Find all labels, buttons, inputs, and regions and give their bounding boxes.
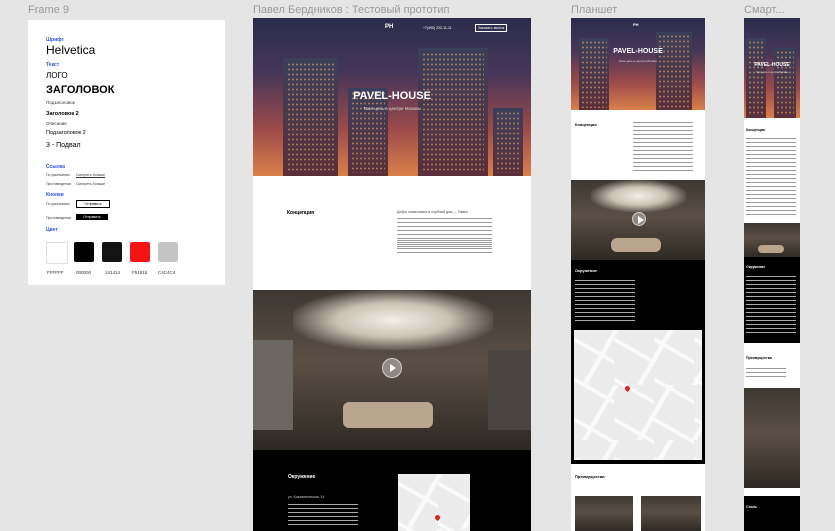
send-button-hover[interactable]: Отправить — [76, 214, 108, 220]
frame-label-tablet[interactable]: Планшет — [571, 4, 617, 16]
swatch-label-5: C4C4C4 — [158, 270, 176, 275]
play-video-button[interactable] — [382, 358, 402, 378]
link-normal-label: По умолчанию — [46, 173, 70, 177]
tablet-advantage-image-1 — [575, 496, 633, 531]
swatch-label-4: F51515 — [132, 270, 148, 275]
swatch-label-3: 141414 — [105, 270, 121, 275]
swatch-red[interactable] — [130, 242, 150, 262]
mobile-surroundings-title: Окружение — [746, 265, 766, 269]
links-heading: Ссылка — [46, 164, 66, 170]
send-button-default[interactable]: Отправить — [76, 200, 110, 208]
mobile-concept-title: Концепция — [746, 128, 765, 132]
concept-title: Концепция — [287, 210, 315, 216]
header-callback-button[interactable]: Заказать звонок — [475, 24, 508, 32]
tablet-frame[interactable]: PH PAVEL-HOUSE Твоя цель в центре Москвы… — [571, 18, 705, 531]
surroundings-text — [288, 504, 358, 528]
desktop-frame[interactable]: PH +7(495) 222-11-11 Заказать звонок PAV… — [253, 18, 531, 531]
btn-normal-label: По умолчанию — [46, 202, 70, 206]
mobile-surroundings-text — [746, 276, 796, 336]
hero-subtitle: Твоя цель в центре Москвы — [363, 106, 421, 111]
swatch-label-1: FFFFFF — [47, 270, 64, 275]
font-name: Helvetica — [46, 43, 96, 57]
mobile-hero-title: PAVEL-HOUSE — [754, 62, 790, 68]
colors-heading: Цвет — [46, 227, 58, 233]
frame-label-desktop[interactable]: Павел Бердников : Тестовый прототип — [253, 4, 449, 16]
body-sample: Описание — [46, 121, 67, 126]
swatch-white[interactable] — [46, 242, 68, 264]
mobile-style-section — [744, 496, 800, 531]
swatch-label-2: 000000 — [76, 270, 92, 275]
concept-lead: Добро пожаловать в клубный дом — Павел — [397, 210, 469, 214]
mobile-advantages-text — [746, 368, 786, 380]
mobile-advantages-title: Преимущества — [746, 356, 772, 360]
mobile-hero-image — [744, 18, 800, 118]
tablet-surroundings-text — [575, 280, 635, 324]
map[interactable] — [398, 474, 470, 531]
header-phone[interactable]: +7(495) 222-11-11 — [423, 26, 452, 30]
subtitle-sample: Подзаголовок — [46, 100, 75, 105]
link-hover-label: При наведении — [46, 182, 71, 186]
mobile-advantage-image — [744, 388, 800, 488]
link-hover[interactable]: Смотреть больше — [76, 182, 105, 186]
link-normal[interactable]: Смотреть больше — [76, 173, 105, 177]
swatch-gray[interactable] — [158, 242, 178, 262]
btn-hover-label: При наведении — [46, 216, 71, 220]
tablet-hero-subtitle: Твоя цель в центре Москвы — [618, 59, 658, 63]
frame-label-mobile[interactable]: Смарт... — [744, 4, 785, 16]
address: ул. Кожевническая, 14 — [288, 495, 325, 499]
tablet-concept-title: Концепция — [575, 122, 597, 127]
header-logo[interactable]: PH — [385, 24, 393, 30]
title-sample: ЗАГОЛОВОК — [46, 84, 115, 96]
surroundings-title: Окружение — [288, 474, 316, 480]
mobile-frame[interactable]: PAVEL-HOUSE Твоя цель в центре Москвы Ко… — [744, 18, 800, 531]
tablet-play-button[interactable] — [632, 212, 646, 226]
footer-sample: 3 - Подвал — [46, 142, 81, 149]
heading2-sample: Заголовок 2 — [46, 111, 79, 117]
mobile-interior-image — [744, 223, 800, 257]
swatch-dark[interactable] — [102, 242, 122, 262]
tablet-hero-title: PAVEL-HOUSE — [613, 48, 663, 55]
subheading2-sample: Подзаголовок 2 — [46, 130, 86, 136]
mobile-style-title: Стиль — [746, 505, 757, 509]
swatch-black[interactable] — [74, 242, 94, 262]
buttons-heading: Кнопки — [46, 192, 64, 198]
tablet-hero-image — [571, 18, 705, 110]
tablet-map[interactable] — [574, 330, 702, 460]
tablet-advantages-title: Преимущества — [575, 474, 605, 479]
mobile-concept-text — [746, 138, 796, 218]
frame-label-style[interactable]: Frame 9 — [28, 4, 69, 16]
tablet-surroundings-title: Окружение — [575, 268, 597, 273]
style-guide-frame[interactable]: Шрифт Helvetica Текст ЛОГО ЗАГОЛОВОК Под… — [28, 20, 225, 285]
tablet-concept-text — [633, 122, 693, 172]
tablet-logo[interactable]: PH — [633, 22, 639, 27]
mobile-hero-subtitle: Твоя цель в центре Москвы — [755, 71, 789, 74]
text-heading: Текст — [46, 62, 60, 68]
logo-sample: ЛОГО — [46, 71, 68, 80]
hero-title: PAVEL-HOUSE — [353, 90, 431, 102]
tablet-advantage-image-2 — [641, 496, 701, 531]
concept-text-2 — [397, 240, 492, 256]
